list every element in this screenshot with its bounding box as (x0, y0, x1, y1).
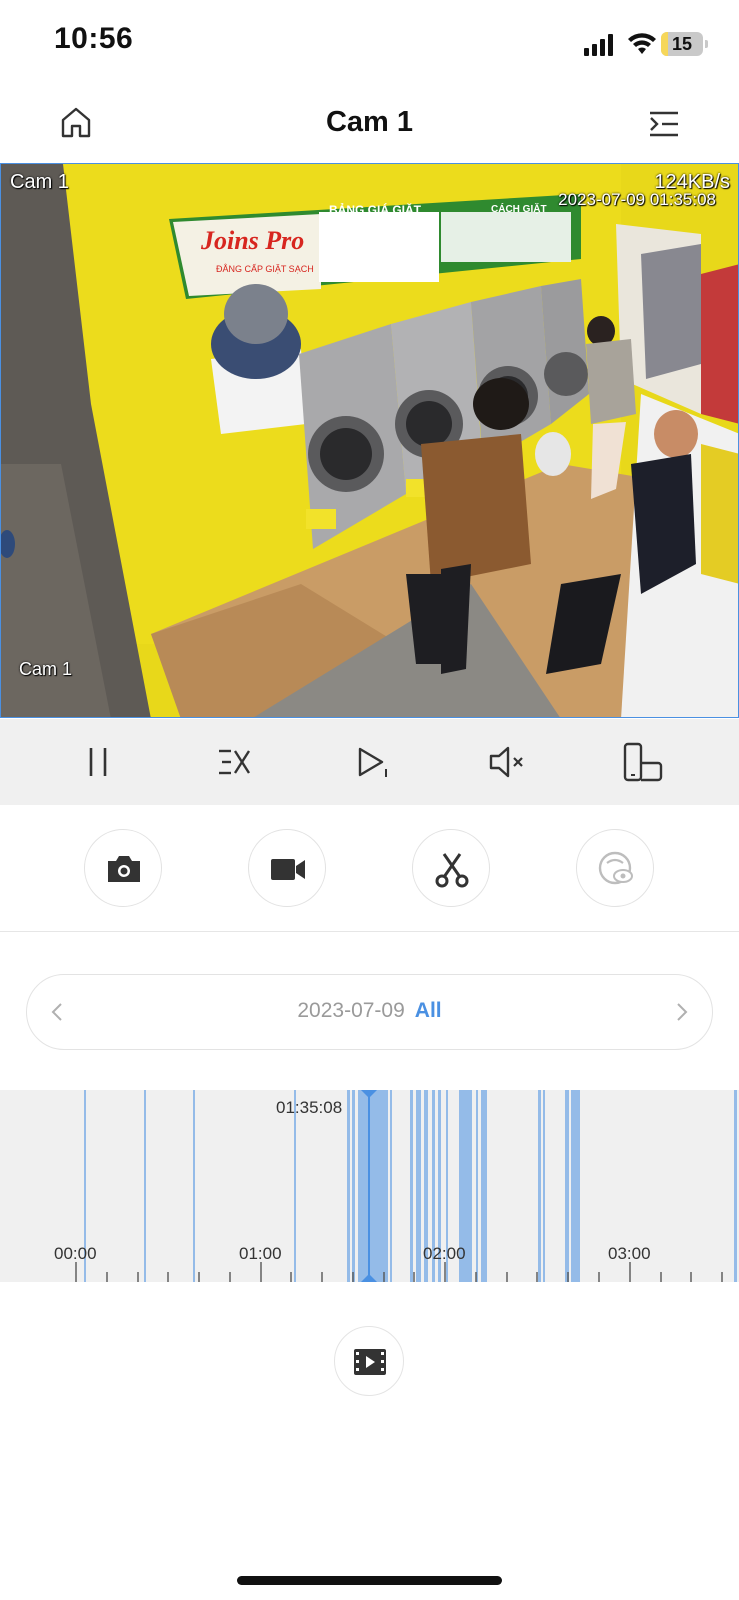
film-play-icon (354, 1349, 386, 1375)
camera-feed-image: Joins Pro ĐẲNG CẤP GIẶT SẠCH BẢNG GIÁ GI… (1, 164, 738, 717)
timeline[interactable]: 01:35:08 00:00 01:00 02:00 03:00 (0, 1090, 739, 1282)
snapshot-button[interactable] (84, 829, 162, 907)
clip-button[interactable] (412, 829, 490, 907)
osd-channel-label: Cam 1 (10, 171, 69, 193)
status-time: 10:56 (54, 22, 134, 55)
sign-brand: Joins Pro (200, 226, 304, 255)
playhead-time: 01:35:08 (276, 1098, 343, 1117)
step-forward-icon[interactable] (348, 739, 394, 785)
rotate-screen-icon[interactable] (620, 739, 666, 785)
menu-collapse-icon[interactable] (648, 108, 680, 140)
date-selector: 2023-07-09 All (26, 974, 713, 1050)
tick-label: 00:00 (54, 1244, 97, 1263)
camera-icon (108, 856, 140, 882)
cellular-signal-icon (584, 34, 613, 56)
playback-control-bar (0, 719, 739, 805)
sign-tagline: ĐẲNG CẤP GIẶT SẠCH (216, 263, 314, 274)
timeline-ticks (75, 1262, 723, 1282)
speed-icon[interactable] (211, 739, 257, 785)
recordings-list-button[interactable] (334, 1326, 404, 1396)
home-indicator (237, 1576, 502, 1585)
section-divider (0, 931, 739, 932)
osd-timestamp: 2023-07-09 01:35:08 (558, 190, 716, 209)
chevron-right-icon[interactable] (670, 1001, 692, 1023)
tick-label: 02:00 (423, 1244, 466, 1263)
wifi-icon (628, 33, 656, 54)
tick-label: 01:00 (239, 1244, 282, 1263)
osd-channel-label-bottom: Cam 1 (19, 659, 73, 679)
sign-how: CÁCH GIẶT (491, 202, 547, 215)
date-label[interactable]: 2023-07-09 All (27, 999, 712, 1023)
privacy-eye-icon (598, 851, 633, 885)
page-title: Cam 1 (325, 106, 414, 138)
selected-date: 2023-07-09 (297, 999, 405, 1022)
privacy-button[interactable] (576, 829, 654, 907)
video-camera-icon (271, 859, 305, 880)
battery-icon: 15 (661, 32, 709, 56)
filter-all[interactable]: All (415, 999, 442, 1022)
tick-label: 03:00 (608, 1244, 651, 1263)
video-player[interactable]: Joins Pro ĐẲNG CẤP GIẶT SẠCH BẢNG GIÁ GI… (0, 163, 739, 718)
sign-price: BẢNG GIÁ GIẶT (329, 202, 422, 217)
pause-icon[interactable] (75, 739, 121, 785)
record-button[interactable] (248, 829, 326, 907)
mute-icon[interactable] (484, 739, 530, 785)
scissors-icon (435, 853, 469, 888)
battery-level: 15 (671, 34, 693, 54)
